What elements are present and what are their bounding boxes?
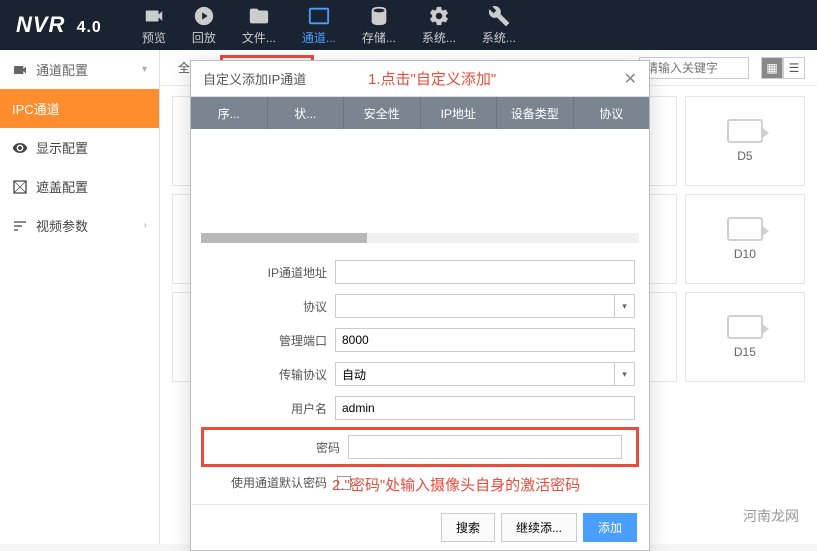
device-card[interactable]: D10 [685, 194, 805, 284]
gear-icon [428, 5, 450, 27]
chevron-down-icon[interactable]: ▾ [615, 362, 635, 386]
row-username: 用户名 [191, 391, 649, 425]
sidebar-item-ipc[interactable]: IPC通道 [0, 89, 159, 128]
annotation-1: 1.点击"自定义添加" [368, 68, 496, 89]
row-transport: 传输协议 ▾ [191, 357, 649, 391]
brand-logo: NVR 4.0 [16, 12, 102, 38]
eye-icon [12, 140, 28, 156]
sidebar-item-label: IPC通道 [12, 99, 60, 118]
sidebar-item-display[interactable]: 显示配置 [0, 128, 159, 167]
password-label: 密码 [218, 439, 348, 456]
camera-placeholder-icon [727, 119, 763, 143]
device-label: D10 [734, 247, 756, 261]
watermark: 河南龙网 [743, 506, 799, 526]
storage-icon [368, 5, 390, 27]
device-label: D5 [737, 149, 752, 163]
annotation-2: 2."密码"处输入摄像头自身的激活密码 [332, 474, 580, 495]
mask-icon [12, 179, 28, 195]
nav-maintenance[interactable]: 系统... [482, 5, 516, 46]
protocol-select[interactable] [335, 294, 615, 318]
scrollbar-thumb[interactable] [201, 233, 367, 243]
nav-system[interactable]: 系统... [422, 5, 456, 46]
device-list-empty [191, 133, 649, 233]
chevron-down-icon: ▾ [142, 64, 147, 75]
search-button[interactable]: 搜索 [441, 513, 495, 542]
nav-label: 存储... [362, 29, 396, 46]
row-protocol: 协议 ▾ [191, 289, 649, 323]
username-label: 用户名 [205, 400, 335, 417]
default-password-label: 使用通道默认密码 [205, 474, 335, 491]
tab-security[interactable]: 安全性 [344, 97, 421, 129]
close-icon[interactable]: ✕ [624, 69, 637, 89]
nav-label: 系统... [422, 29, 456, 46]
horizontal-scrollbar[interactable] [201, 233, 639, 243]
continue-add-button[interactable]: 继续添... [501, 513, 577, 542]
nav-label: 预览 [142, 29, 166, 46]
nav-label: 文件... [242, 29, 276, 46]
sidebar-item-label: 视频参数 [36, 216, 88, 235]
video-icon [12, 62, 28, 78]
chevron-down-icon[interactable]: ▾ [615, 294, 635, 318]
row-ip-address: IP通道地址 [191, 255, 649, 289]
brand-name: NVR [16, 12, 65, 37]
nav-file[interactable]: 文件... [242, 5, 276, 46]
playback-icon [193, 5, 215, 27]
modal-body: IP通道地址 协议 ▾ 管理端口 传输协议 ▾ [191, 129, 649, 504]
tab-ip[interactable]: IP地址 [421, 97, 498, 129]
nav-playback[interactable]: 回放 [192, 5, 216, 46]
top-navbar: NVR 4.0 预览 回放 文件... 通道... 存储... 系统... [0, 0, 817, 50]
nav-storage[interactable]: 存储... [362, 5, 396, 46]
camera-placeholder-icon [727, 217, 763, 241]
modal-footer: 搜索 继续添... 添加 [191, 504, 649, 550]
row-password: 密码 [201, 427, 639, 467]
sliders-icon [12, 218, 28, 234]
username-input[interactable] [335, 396, 635, 420]
search-input[interactable] [639, 57, 749, 79]
view-toggle: ▦ ☰ [761, 57, 805, 79]
folder-icon [248, 5, 270, 27]
device-card[interactable]: D15 [685, 292, 805, 382]
protocol-label: 协议 [205, 298, 335, 315]
channel-icon [308, 5, 330, 27]
view-list-button[interactable]: ☰ [783, 57, 805, 79]
sidebar-header[interactable]: 通道配置 ▾ [0, 50, 159, 89]
password-input[interactable] [348, 435, 622, 459]
sidebar-item-label: 显示配置 [36, 138, 88, 157]
nav-preview[interactable]: 预览 [142, 5, 166, 46]
ip-address-input[interactable] [335, 260, 635, 284]
nav-label: 系统... [482, 29, 516, 46]
camera-placeholder-icon [727, 315, 763, 339]
tab-device-type[interactable]: 设备类型 [497, 97, 574, 129]
sidebar-item-label: 遮盖配置 [36, 177, 88, 196]
sidebar-header-label: 通道配置 [36, 60, 88, 79]
port-input[interactable] [335, 328, 635, 352]
device-card[interactable]: D5 [685, 96, 805, 186]
wrench-icon [488, 5, 510, 27]
chevron-right-icon: › [144, 220, 147, 231]
sidebar: 通道配置 ▾ IPC通道 显示配置 遮盖配置 视频参数 › [0, 50, 160, 544]
device-label: D15 [734, 345, 756, 359]
transport-select[interactable] [335, 362, 615, 386]
tab-index[interactable]: 序... [191, 97, 268, 129]
sidebar-item-mask[interactable]: 遮盖配置 [0, 167, 159, 206]
top-nav: 预览 回放 文件... 通道... 存储... 系统... 系统... [142, 5, 516, 46]
add-button[interactable]: 添加 [583, 513, 637, 542]
main-content: 全选 + 自定义添... 删除 导入/导出 更多配置 ▦ ☰ D5 D10 D1… [160, 50, 817, 544]
sidebar-item-video-params[interactable]: 视频参数 › [0, 206, 159, 245]
port-label: 管理端口 [205, 332, 335, 349]
modal-tabs: 序... 状... 安全性 IP地址 设备类型 协议 [191, 97, 649, 129]
brand-version: 4.0 [77, 19, 102, 36]
view-grid-button[interactable]: ▦ [761, 57, 783, 79]
modal-title: 自定义添加IP通道 [203, 69, 306, 88]
nav-channel[interactable]: 通道... [302, 5, 336, 46]
transport-label: 传输协议 [205, 366, 335, 383]
nav-label: 回放 [192, 29, 216, 46]
tab-status[interactable]: 状... [268, 97, 345, 129]
row-port: 管理端口 [191, 323, 649, 357]
nav-label: 通道... [302, 29, 336, 46]
tab-protocol[interactable]: 协议 [574, 97, 650, 129]
camera-icon [143, 5, 165, 27]
ip-address-label: IP通道地址 [205, 264, 335, 281]
